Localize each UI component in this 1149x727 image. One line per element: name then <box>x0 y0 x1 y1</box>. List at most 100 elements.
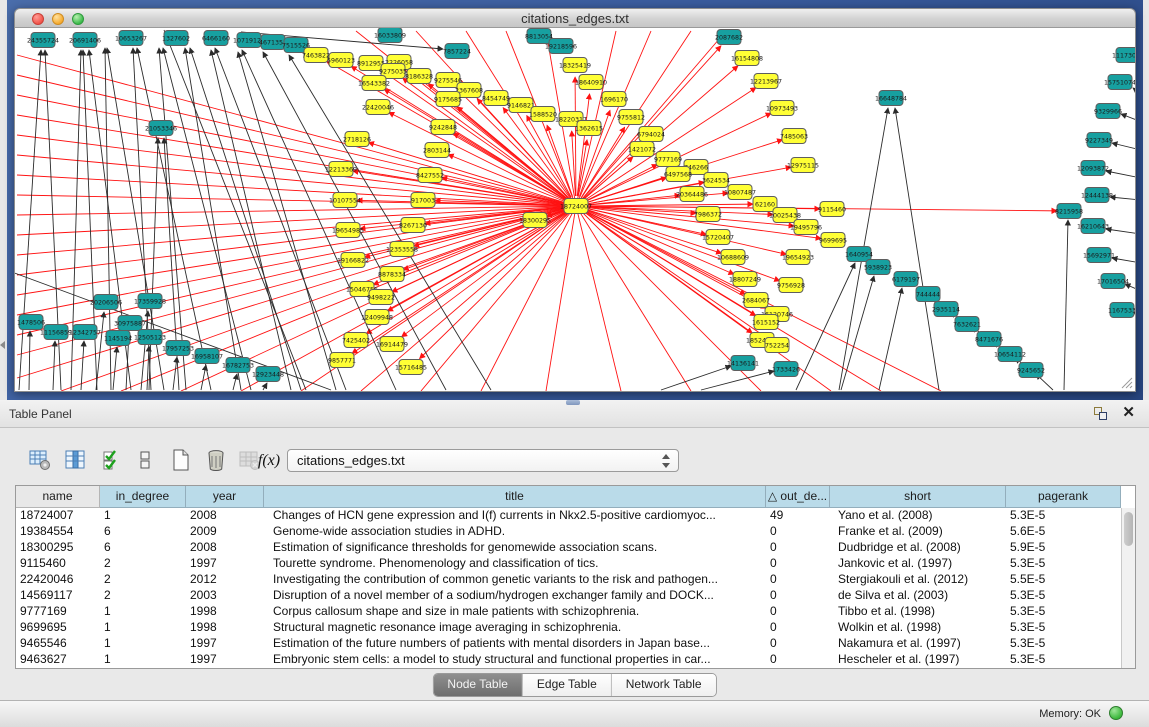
graph-edge <box>586 204 753 206</box>
table-mode-button[interactable] <box>25 446 55 476</box>
table-cell: Estimation of significance thresholds fo… <box>264 540 766 556</box>
graph-node-label: 2684067 <box>742 297 770 304</box>
table-cell: 6 <box>100 524 186 540</box>
table-cell: 0 <box>766 556 830 572</box>
table-cell: 9699695 <box>16 620 100 636</box>
graph-node-label: 9245652 <box>1017 367 1045 374</box>
table-cell: 5.3E-5 <box>1006 620 1121 636</box>
delete-column-button[interactable] <box>201 446 231 476</box>
scrollbar-thumb[interactable] <box>1124 512 1133 546</box>
graph-node-label: 22420046 <box>362 104 394 111</box>
table-row[interactable]: 911546021997Tourette syndrome. Phenomeno… <box>16 556 1135 572</box>
table-cell: Changes of HCN gene expression and I(f) … <box>264 508 766 524</box>
graph-edge <box>586 208 787 254</box>
column-header-out_de[interactable]: △ out_de... <box>766 486 830 508</box>
tab-node-table[interactable]: Node Table <box>433 674 523 696</box>
table-row[interactable]: 969969511998Structural magnetic resonanc… <box>16 620 1135 636</box>
graph-node-label: 12923448 <box>252 371 284 378</box>
graph-node-label: 1327602 <box>162 35 190 42</box>
column-header-in_degree[interactable]: in_degree <box>100 486 186 508</box>
close-panel-icon[interactable]: ✕ <box>1122 404 1135 422</box>
table-cell: 5.6E-5 <box>1006 524 1121 540</box>
table-vertical-scrollbar <box>1121 508 1135 668</box>
graph-node-label: 8471676 <box>975 336 1003 343</box>
function-builder-button[interactable]: f(x) <box>250 446 288 476</box>
table-cell: Tourette syndrome. Phenomenology and cla… <box>264 556 766 572</box>
splitter-handle[interactable] <box>566 400 580 405</box>
graph-node-label: 15720407 <box>702 234 734 241</box>
graph-node-label: 7485063 <box>780 133 808 140</box>
graph-node-label: 10654112 <box>994 351 1026 358</box>
graph-node-label: 9115460 <box>818 206 846 213</box>
graph-node-label: 8454749 <box>482 95 510 102</box>
tab-edge-table[interactable]: Edge Table <box>523 674 612 696</box>
table-select-dropdown[interactable]: citations_edges.txt <box>287 449 679 472</box>
table-cell: 49 <box>766 508 830 524</box>
graph-node-label: 11156859 <box>40 329 72 336</box>
panel-collapse-arrow[interactable] <box>0 341 5 349</box>
graph-node-label: 5938923 <box>864 264 892 271</box>
selection-mode-button[interactable] <box>98 446 128 476</box>
graph-edge <box>841 276 874 390</box>
graph-edge <box>1112 258 1136 263</box>
network-window: citations_edges.txt 24355724206914061065… <box>14 8 1136 392</box>
table-row[interactable]: 946554611997Estimation of the future num… <box>16 636 1135 652</box>
graph-edge <box>147 346 149 390</box>
window-resize-grip[interactable] <box>1120 376 1133 389</box>
column-header-year[interactable]: year <box>186 486 264 508</box>
graph-node-label: 1640954 <box>845 251 873 258</box>
table-cell: Corpus callosum shape and size in male p… <box>264 604 766 620</box>
table-cell: 1998 <box>186 620 264 636</box>
table-cell: 0 <box>766 604 830 620</box>
new-column-button[interactable] <box>166 446 196 476</box>
row-height-button[interactable] <box>131 446 161 476</box>
table-row[interactable]: 1872400712008Changes of HCN gene express… <box>16 508 1135 524</box>
graph-node-label: 1588520 <box>529 111 557 118</box>
graph-node-label: 16543382 <box>358 80 390 87</box>
table-row[interactable]: 946362711997Embryonic stem cells: a mode… <box>16 652 1135 668</box>
table-row[interactable]: 1830029562008Estimation of significance … <box>16 540 1135 556</box>
table-cell: 0 <box>766 524 830 540</box>
status-bar: Memory: OK <box>0 700 1149 727</box>
graph-edge <box>420 213 569 359</box>
table-row[interactable]: 977716911998Corpus callosum shape and si… <box>16 604 1135 620</box>
table-cell: 18300295 <box>16 540 100 556</box>
graph-edge <box>384 89 567 201</box>
graph-node-label: 2087682 <box>715 34 743 41</box>
table-cell: Structural magnetic resonance image aver… <box>264 620 766 636</box>
table-cell: Franke et al. (2009) <box>830 524 1006 540</box>
graph-edge <box>17 175 576 206</box>
graph-node-label: 12975115 <box>787 162 819 169</box>
float-panel-icon[interactable] <box>1094 407 1107 420</box>
tab-network-table[interactable]: Network Table <box>612 674 716 696</box>
column-header-pagerank[interactable]: pagerank <box>1006 486 1121 508</box>
column-header-short[interactable]: short <box>830 486 1006 508</box>
table-cell: 2009 <box>186 524 264 540</box>
graph-node-label: 9857771 <box>328 357 356 364</box>
graph-node-label: 17957253 <box>162 345 194 352</box>
graph-node-label: 17016504 <box>1097 278 1129 285</box>
graph-node-label: 2803144 <box>423 147 451 154</box>
graph-node-label: 9498222 <box>367 294 395 301</box>
graph-edge <box>149 138 158 390</box>
table-row[interactable]: 2242004622012Investigating the contribut… <box>16 572 1135 588</box>
table-cell: 0 <box>766 636 830 652</box>
table-cell: 5.3E-5 <box>1006 636 1121 652</box>
show-columns-button[interactable] <box>61 446 91 476</box>
column-header-name[interactable]: name <box>16 486 100 508</box>
table-cell: 1997 <box>186 652 264 668</box>
graph-node-label: 2935114 <box>932 306 960 313</box>
network-canvas[interactable]: 2435572420691406106532671327602646616010… <box>14 28 1136 392</box>
table-cell: 1 <box>100 604 186 620</box>
table-row[interactable]: 1938455462009Genome-wide association stu… <box>16 524 1135 540</box>
graph-edge <box>576 206 691 391</box>
memory-status-indicator[interactable] <box>1109 706 1123 720</box>
graph-node-label: 6179197 <box>892 276 920 283</box>
table-row[interactable]: 1456911722003Disruption of a novel membe… <box>16 588 1135 604</box>
graph-node-label: 16782753 <box>222 362 254 369</box>
graph-node-label: 17359928 <box>134 298 166 305</box>
column-header-title[interactable]: title <box>264 486 766 508</box>
table-select-value: citations_edges.txt <box>297 453 405 468</box>
window-titlebar[interactable]: citations_edges.txt <box>14 8 1136 28</box>
combo-stepper-icon <box>661 454 670 468</box>
